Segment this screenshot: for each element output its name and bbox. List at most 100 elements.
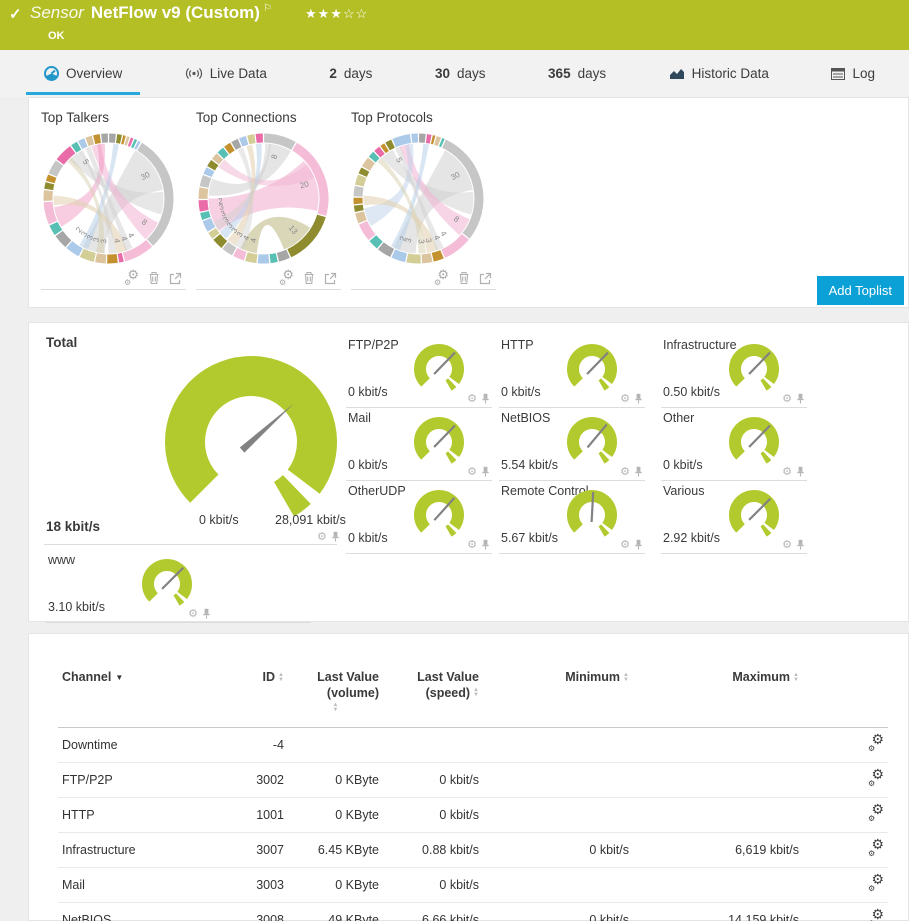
gauge-label: Other bbox=[663, 411, 694, 425]
sort-icon[interactable]: ▲▼ bbox=[473, 688, 479, 698]
channel-name-cell: NetBIOS bbox=[58, 903, 218, 921]
delete-icon[interactable] bbox=[148, 271, 160, 285]
chord-diagram[interactable]: 82013443333332 bbox=[196, 131, 331, 269]
pin-icon[interactable] bbox=[331, 531, 340, 542]
gear-icon[interactable]: ⚙ bbox=[467, 538, 477, 551]
open-icon[interactable] bbox=[169, 272, 182, 285]
flag-icon[interactable]: ⚐ bbox=[263, 3, 272, 14]
gauge-value: 0 kbit/s bbox=[348, 385, 388, 399]
channel-settings-icon[interactable]: ⚙⚙ bbox=[868, 911, 884, 921]
pin-icon[interactable] bbox=[796, 393, 805, 404]
channel-settings-icon[interactable]: ⚙⚙ bbox=[868, 771, 884, 786]
delete-icon[interactable] bbox=[303, 271, 315, 285]
channel-value-cell: 0 kbit/s bbox=[483, 833, 633, 868]
table-row-infrastructure: Infrastructure30076.45 KByte0.88 kbit/s0… bbox=[58, 833, 888, 868]
live-icon bbox=[185, 67, 203, 80]
pin-icon[interactable] bbox=[634, 393, 643, 404]
add-toplist-button[interactable]: Add Toplist bbox=[817, 276, 904, 305]
open-icon[interactable] bbox=[324, 272, 337, 285]
sort-icon[interactable]: ▲▼ bbox=[278, 673, 284, 683]
channel-value-cell: 0 kbit/s bbox=[383, 798, 483, 833]
gauge-value: 0.50 kbit/s bbox=[663, 385, 720, 399]
pin-icon[interactable] bbox=[634, 539, 643, 550]
channel-table-panel: Channel▼ID▲▼Last Value (volume)▲▼Last Va… bbox=[28, 633, 909, 921]
gear-icon[interactable]: ⚙ bbox=[782, 538, 792, 551]
gauge-cell-mail[interactable]: Mail0 kbit/s⚙ bbox=[346, 409, 492, 481]
tab-days-30[interactable]: 30days bbox=[431, 50, 490, 97]
total-gauge-max: 28,091 kbit/s bbox=[275, 513, 346, 527]
total-gauge-min: 0 kbit/s bbox=[199, 513, 239, 527]
chord-diagram[interactable]: 3085443332 bbox=[351, 131, 486, 269]
sensor-kind-label: Sensor bbox=[30, 3, 84, 22]
tab-log[interactable]: Log bbox=[827, 50, 879, 97]
toplist-card-top-talkers[interactable]: Top Talkers308544433332⚙⚙ bbox=[41, 110, 186, 290]
tab-days-365[interactable]: 365days bbox=[544, 50, 610, 97]
gauge-label: www bbox=[48, 553, 75, 567]
pin-icon[interactable] bbox=[634, 466, 643, 477]
settings-icon[interactable]: ⚙⚙ bbox=[124, 271, 139, 285]
gauge-cell-http[interactable]: HTTP0 kbit/s⚙ bbox=[499, 336, 645, 408]
sort-icon[interactable]: ▲▼ bbox=[793, 673, 799, 683]
tab-label: days bbox=[344, 66, 373, 81]
settings-icon[interactable]: ⚙⚙ bbox=[434, 271, 449, 285]
gear-icon[interactable]: ⚙ bbox=[467, 465, 477, 478]
tab-live-data[interactable]: Live Data bbox=[181, 50, 271, 97]
toplist-card-top-protocols[interactable]: Top Protocols 3085443332 ⚙⚙ bbox=[351, 110, 496, 290]
gauge-cell-ftp-p2p[interactable]: FTP/P2P0 kbit/s⚙ bbox=[346, 336, 492, 408]
gauge-value: 5.54 kbit/s bbox=[501, 458, 558, 472]
channel-value-cell bbox=[483, 728, 633, 763]
sensor-status-badge: OK bbox=[48, 30, 65, 42]
gear-icon[interactable]: ⚙ bbox=[620, 392, 630, 405]
gauge-cell-various[interactable]: Various2.92 kbit/s⚙ bbox=[661, 482, 807, 554]
pin-icon[interactable] bbox=[481, 466, 490, 477]
gear-icon[interactable]: ⚙ bbox=[782, 465, 792, 478]
pin-icon[interactable] bbox=[796, 466, 805, 477]
gauge-cell-netbios[interactable]: NetBIOS5.54 kbit/s⚙ bbox=[499, 409, 645, 481]
total-gauge-label: Total bbox=[46, 335, 77, 350]
gauge-cell-remote-control[interactable]: Remote Control5.67 kbit/s⚙ bbox=[499, 482, 645, 554]
gear-icon[interactable]: ⚙ bbox=[782, 392, 792, 405]
tab-overview[interactable]: Overview bbox=[40, 50, 126, 97]
sort-icon[interactable]: ▲▼ bbox=[623, 673, 629, 683]
channel-settings-icon[interactable]: ⚙⚙ bbox=[868, 736, 884, 751]
gear-icon[interactable]: ⚙ bbox=[467, 392, 477, 405]
tab-days-2[interactable]: 2days bbox=[325, 50, 376, 97]
channel-value-cell: 0 KByte bbox=[288, 798, 383, 833]
channel-settings-icon[interactable]: ⚙⚙ bbox=[868, 806, 884, 821]
pin-icon[interactable] bbox=[481, 539, 490, 550]
column-header-last-value[interactable]: Last Value (volume)▲▼ bbox=[288, 662, 383, 728]
gear-icon[interactable]: ⚙ bbox=[620, 465, 630, 478]
gauge-dial bbox=[563, 489, 621, 541]
gauge-cell-infrastructure[interactable]: Infrastructure0.50 kbit/s⚙ bbox=[661, 336, 807, 408]
open-icon[interactable] bbox=[479, 272, 492, 285]
toplist-title: Top Protocols bbox=[351, 110, 496, 125]
gauge-cell-www[interactable]: www3.10 kbit/s⚙ bbox=[46, 551, 311, 623]
column-header-id[interactable]: ID▲▼ bbox=[218, 662, 288, 728]
column-header-minimum[interactable]: Minimum▲▼ bbox=[483, 662, 633, 728]
sensor-name: NetFlow v9 (Custom) bbox=[91, 3, 260, 22]
chord-value-label: 3 bbox=[417, 239, 426, 244]
channel-settings-icon[interactable]: ⚙⚙ bbox=[868, 876, 884, 891]
channel-value-cell bbox=[288, 728, 383, 763]
column-header-maximum[interactable]: Maximum▲▼ bbox=[633, 662, 803, 728]
total-gauge-value: 18 kbit/s bbox=[46, 519, 100, 534]
delete-icon[interactable] bbox=[458, 271, 470, 285]
gauge-cell-otherudp[interactable]: OtherUDP0 kbit/s⚙ bbox=[346, 482, 492, 554]
pin-icon[interactable] bbox=[202, 608, 211, 619]
column-header-channel[interactable]: Channel▼ bbox=[58, 662, 218, 728]
toplist-card-top-connections[interactable]: Top Connections82013443333332⚙⚙ bbox=[196, 110, 341, 290]
pin-icon[interactable] bbox=[481, 393, 490, 404]
pin-icon[interactable] bbox=[796, 539, 805, 550]
divider bbox=[41, 289, 186, 290]
settings-icon[interactable]: ⚙⚙ bbox=[279, 271, 294, 285]
column-header-last-value[interactable]: Last Value (speed)▲▼ bbox=[383, 662, 483, 728]
tab-historic-data[interactable]: Historic Data bbox=[665, 50, 773, 97]
sort-icon[interactable]: ▲▼ bbox=[292, 703, 379, 713]
priority-stars[interactable]: ★★★☆☆ bbox=[305, 6, 368, 22]
channel-settings-icon[interactable]: ⚙⚙ bbox=[868, 841, 884, 856]
gear-icon[interactable]: ⚙ bbox=[620, 538, 630, 551]
gauge-cell-other[interactable]: Other0 kbit/s⚙ bbox=[661, 409, 807, 481]
gauge-value: 3.10 kbit/s bbox=[48, 600, 105, 614]
gear-icon[interactable]: ⚙ bbox=[317, 530, 327, 543]
chord-diagram[interactable]: 308544433332 bbox=[41, 131, 176, 269]
